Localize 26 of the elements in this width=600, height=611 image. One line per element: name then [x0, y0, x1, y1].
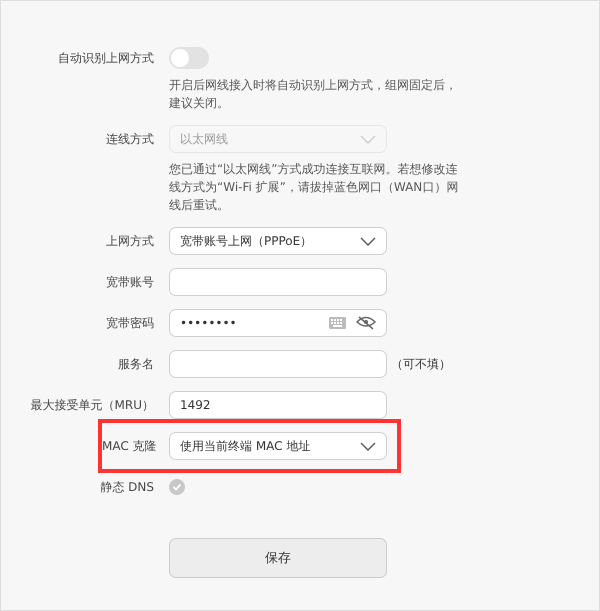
field-label: MAC 克隆 — [102, 439, 157, 453]
field-label: 宽带密码 — [106, 316, 154, 330]
dropdown-select[interactable]: 使用当前终端 MAC 地址 — [169, 432, 387, 460]
dropdown-select[interactable]: 宽带账号上网（PPPoE） — [169, 227, 387, 255]
input-field[interactable]: 1492 — [169, 391, 387, 419]
eye-slash-icon[interactable] — [356, 315, 376, 331]
field-label: 最大接受单元（MRU） — [30, 398, 154, 412]
field-label: 服务名 — [118, 357, 154, 371]
checkmark-icon[interactable] — [169, 479, 185, 495]
chevron-down-icon — [360, 442, 376, 450]
keyboard-icon[interactable] — [329, 317, 346, 329]
toggle-switch[interactable] — [169, 47, 209, 69]
field-label: 自动识别上网方式 — [58, 51, 154, 65]
chevron-down-icon — [360, 134, 376, 144]
save-button[interactable]: 保存 — [169, 538, 387, 578]
field-label: 宽带账号 — [106, 275, 154, 289]
password-field[interactable]: •••••••• — [169, 309, 387, 337]
field-label: 连线方式 — [106, 132, 154, 146]
optional-note: （可不填） — [391, 356, 451, 372]
input-field[interactable] — [169, 268, 387, 296]
help-text: 您已通过“以太网线”方式成功连接互联网。若想修改连线方式为“Wi-Fi 扩展”，请拔掉蓝色网口（WAN口）网线后重试。 — [169, 161, 459, 214]
field-label: 上网方式 — [106, 234, 154, 248]
help-text: 开启后网线接入时将自动识别上网方式，组网固定后，建议关闭。 — [169, 77, 458, 112]
field-label: 静态 DNS — [100, 480, 154, 494]
input-field[interactable] — [169, 350, 387, 378]
chevron-down-icon — [360, 236, 376, 246]
